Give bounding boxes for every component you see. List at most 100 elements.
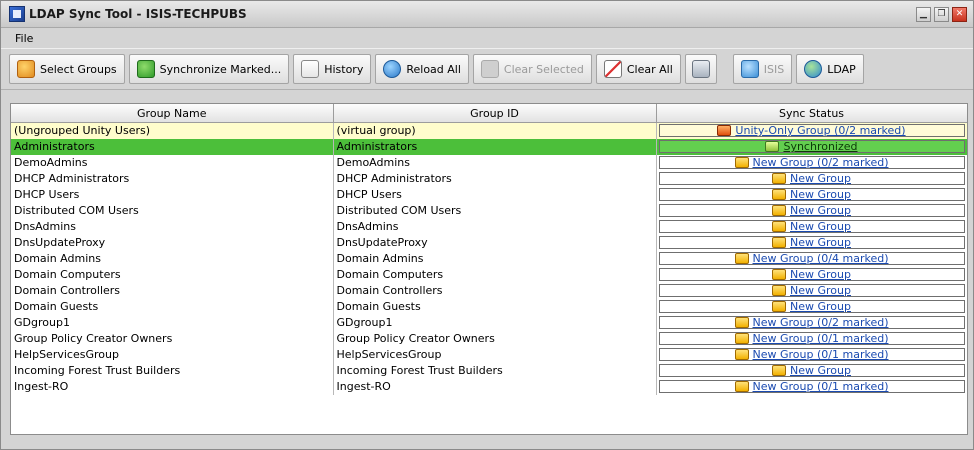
sync-status-cell[interactable]: New Group <box>656 362 967 379</box>
sync-status-cell[interactable]: New Group <box>656 234 967 251</box>
table-row[interactable]: Administrators Administrators Synchronized <box>11 138 967 155</box>
group-id-cell[interactable]: Distributed COM Users <box>333 202 657 219</box>
group-id-cell[interactable]: HelpServicesGroup <box>333 346 657 363</box>
sync-status-link[interactable]: New Group (0/1 marked) <box>658 348 965 361</box>
table-row[interactable]: Ingest-RO Ingest-RO New Group (0/1 marked) <box>11 378 967 395</box>
sync-status-cell[interactable]: Synchronized <box>656 138 967 155</box>
group-name-cell[interactable]: DnsUpdateProxy <box>11 234 334 251</box>
sync-status-cell[interactable]: Unity-Only Group (0/2 marked) <box>656 122 967 139</box>
sync-status-cell[interactable]: New Group <box>656 282 967 299</box>
select-groups-button[interactable]: Select Groups <box>9 54 125 84</box>
group-name-cell[interactable]: Ingest-RO <box>11 378 334 395</box>
minimize-button[interactable]: ▁ <box>916 6 931 22</box>
group-id-cell[interactable]: DemoAdmins <box>333 154 657 171</box>
sync-status-cell[interactable]: New Group <box>656 218 967 235</box>
sync-status-link[interactable]: New Group <box>658 204 965 217</box>
group-name-cell[interactable]: Incoming Forest Trust Builders <box>11 362 334 379</box>
sync-status-link[interactable]: New Group <box>658 172 965 185</box>
sync-status-link[interactable]: New Group <box>658 284 965 297</box>
table-row[interactable]: DemoAdmins DemoAdmins New Group (0/2 marke… <box>11 154 967 171</box>
sync-status-cell[interactable]: New Group (0/4 marked) <box>656 250 967 267</box>
sync-status-cell[interactable]: New Group <box>656 170 967 187</box>
synchronize-marked-button[interactable]: Synchronize Marked... <box>128 54 290 84</box>
table-row[interactable]: Distributed COM Users Distributed COM Use… <box>11 202 967 219</box>
table-row[interactable]: DnsUpdateProxy DnsUpdateProxy New Group <box>11 234 967 251</box>
group-name-cell[interactable]: Distributed COM Users <box>11 202 334 219</box>
sync-status-link[interactable]: New Group (0/2 marked) <box>658 316 965 329</box>
group-name-cell[interactable]: (Ungrouped Unity Users) <box>11 122 334 139</box>
group-id-cell[interactable]: Domain Controllers <box>333 282 657 299</box>
group-id-cell[interactable]: Domain Guests <box>333 298 657 315</box>
sync-status-cell[interactable]: New Group (0/2 marked) <box>656 154 967 171</box>
sync-status-cell[interactable]: New Group (0/1 marked) <box>656 378 967 395</box>
sync-status-link[interactable]: Synchronized <box>658 140 965 153</box>
group-name-cell[interactable]: Domain Guests <box>11 298 334 315</box>
group-id-cell[interactable]: DnsUpdateProxy <box>333 234 657 251</box>
table-row[interactable]: DHCP Users DHCP Users New Group <box>11 186 967 203</box>
table-row[interactable]: Domain Guests Domain Guests New Group <box>11 298 967 315</box>
isis-button[interactable]: ISIS <box>732 54 793 84</box>
column-header-group-id[interactable]: Group ID <box>333 104 657 123</box>
group-name-cell[interactable]: GDgroup1 <box>11 314 334 331</box>
sync-status-link[interactable]: New Group <box>658 364 965 377</box>
menu-file[interactable]: File <box>11 30 37 47</box>
sync-status-cell[interactable]: New Group (0/2 marked) <box>656 314 967 331</box>
group-name-cell[interactable]: Group Policy Creator Owners <box>11 330 334 347</box>
sync-status-link[interactable]: New Group (0/1 marked) <box>658 380 965 393</box>
group-id-cell[interactable]: DnsAdmins <box>333 218 657 235</box>
table-row[interactable]: DnsAdmins DnsAdmins New Group <box>11 218 967 235</box>
group-id-cell[interactable]: DHCP Users <box>333 186 657 203</box>
sync-status-cell[interactable]: New Group <box>656 202 967 219</box>
sync-status-cell[interactable]: New Group <box>656 266 967 283</box>
ldap-button[interactable]: LDAP <box>796 54 864 84</box>
table-row[interactable]: Incoming Forest Trust Builders Incoming F… <box>11 362 967 379</box>
sync-status-link[interactable]: New Group <box>658 220 965 233</box>
group-name-cell[interactable]: DHCP Users <box>11 186 334 203</box>
group-id-cell[interactable]: DHCP Administrators <box>333 170 657 187</box>
sync-status-cell[interactable]: New Group <box>656 186 967 203</box>
sync-status-cell[interactable]: New Group (0/1 marked) <box>656 330 967 347</box>
group-name-cell[interactable]: Domain Admins <box>11 250 334 267</box>
sync-status-link[interactable]: New Group <box>658 300 965 313</box>
group-id-cell[interactable]: GDgroup1 <box>333 314 657 331</box>
group-id-cell[interactable]: Domain Admins <box>333 250 657 267</box>
group-name-cell[interactable]: DHCP Administrators <box>11 170 334 187</box>
sync-status-cell[interactable]: New Group <box>656 298 967 315</box>
maximize-button[interactable]: ❐ <box>934 6 949 22</box>
title-bar[interactable]: LDAP Sync Tool - ISIS-TECHPUBS ▁ ❐ ✕ <box>1 1 973 28</box>
table-row[interactable]: Domain Controllers Domain Controllers New … <box>11 282 967 299</box>
sync-status-link[interactable]: Unity-Only Group (0/2 marked) <box>658 124 965 138</box>
reload-all-button[interactable]: Reload All <box>375 54 469 84</box>
table-row[interactable]: (Ungrouped Unity Users) (virtual group) Un… <box>11 122 967 139</box>
column-header-group-name[interactable]: Group Name <box>11 104 334 123</box>
group-name-cell[interactable]: HelpServicesGroup <box>11 346 334 363</box>
sync-status-cell[interactable]: New Group (0/1 marked) <box>656 346 967 363</box>
sync-status-link[interactable]: New Group (0/2 marked) <box>658 156 965 169</box>
sync-status-link[interactable]: New Group <box>658 188 965 201</box>
table-row[interactable]: Domain Admins Domain Admins New Group (0/4… <box>11 250 967 267</box>
group-id-cell[interactable]: Group Policy Creator Owners <box>333 330 657 347</box>
group-name-cell[interactable]: DemoAdmins <box>11 154 334 171</box>
table-row[interactable]: DHCP Administrators DHCP Administrators Ne… <box>11 170 967 187</box>
group-id-cell[interactable]: (virtual group) <box>333 122 657 139</box>
sync-status-link[interactable]: New Group (0/4 marked) <box>658 252 965 265</box>
group-name-cell[interactable]: Domain Computers <box>11 266 334 283</box>
group-id-cell[interactable]: Incoming Forest Trust Builders <box>333 362 657 379</box>
group-name-cell[interactable]: Domain Controllers <box>11 282 334 299</box>
sync-status-link[interactable]: New Group <box>658 236 965 249</box>
sync-status-link[interactable]: New Group (0/1 marked) <box>658 332 965 345</box>
monitor-button[interactable] <box>684 54 717 84</box>
table-row[interactable]: HelpServicesGroup HelpServicesGroup New Gr… <box>11 346 967 363</box>
table-row[interactable]: Domain Computers Domain Computers New Grou… <box>11 266 967 283</box>
table-row[interactable]: GDgroup1 GDgroup1 New Group (0/2 marked) <box>11 314 967 331</box>
close-button[interactable]: ✕ <box>952 6 967 22</box>
group-name-cell[interactable]: DnsAdmins <box>11 218 334 235</box>
history-button[interactable]: History <box>293 54 372 84</box>
group-id-cell[interactable]: Domain Computers <box>333 266 657 283</box>
column-header-sync-status[interactable]: Sync Status <box>656 104 967 123</box>
clear-all-button[interactable]: Clear All <box>595 54 681 84</box>
group-id-cell[interactable]: Administrators <box>333 138 657 155</box>
table-row[interactable]: Group Policy Creator Owners Group Policy … <box>11 330 967 347</box>
group-id-cell[interactable]: Ingest-RO <box>333 378 657 395</box>
clear-selected-button[interactable]: Clear Selected <box>472 54 592 84</box>
